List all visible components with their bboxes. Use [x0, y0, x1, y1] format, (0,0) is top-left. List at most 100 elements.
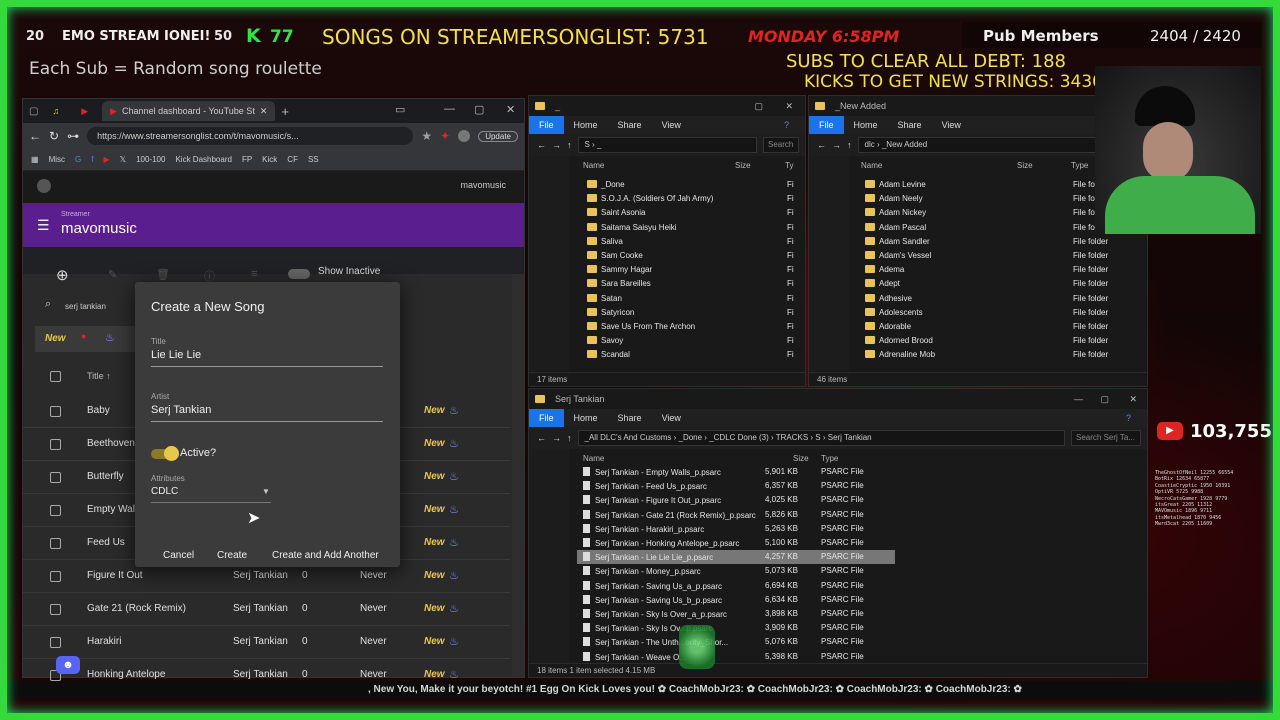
- folder-row[interactable]: _Done Fi: [577, 178, 805, 192]
- explorer3-view-tab[interactable]: View: [652, 413, 691, 423]
- explorer1-close-button[interactable]: ✕: [785, 101, 793, 112]
- explorer3-forward-icon[interactable]: →: [552, 433, 561, 443]
- folder-row[interactable]: Saliva Fi: [577, 235, 805, 249]
- bookmark-misc[interactable]: Misc: [49, 155, 65, 164]
- close-button[interactable]: ✕: [506, 103, 515, 116]
- folder-row[interactable]: Saitama Saisyu Heiki Fi: [577, 221, 805, 235]
- file-row[interactable]: Serj Tankian - Money_p.psarc 5,073 KB PSAR…: [577, 564, 895, 578]
- explorer1-up-icon[interactable]: ↑: [567, 140, 572, 150]
- explorer3-nav-pane[interactable]: [529, 449, 569, 665]
- flame-icon[interactable]: ♨: [449, 569, 459, 582]
- explorer2-col-size[interactable]: Size: [1017, 161, 1033, 170]
- create-button[interactable]: Create: [207, 546, 257, 565]
- add-song-icon[interactable]: ⊕: [56, 266, 69, 284]
- folder-row[interactable]: Save Us From The Archon Fi: [577, 320, 805, 334]
- file-row[interactable]: Serj Tankian - Sky Is Over_a_p.psarc 3,89…: [577, 607, 895, 621]
- explorer2-share-tab[interactable]: Share: [888, 120, 932, 130]
- apps-icon[interactable]: ▦: [31, 155, 39, 164]
- update-button[interactable]: Update: [478, 130, 518, 142]
- file-row[interactable]: Serj Tankian - The Unth...ority_Shor... 5…: [577, 635, 895, 649]
- flame-icon[interactable]: ♨: [449, 470, 459, 483]
- explorer1-home-tab[interactable]: Home: [564, 120, 608, 130]
- file-row[interactable]: Serj Tankian - Saving Us_a_p.psarc 6,694 …: [577, 579, 895, 593]
- explorer2-forward-icon[interactable]: →: [832, 140, 841, 150]
- tab-youtube-icon[interactable]: ▶: [73, 101, 96, 121]
- tab-song-list[interactable]: ♫: [44, 101, 67, 121]
- table-row[interactable]: Harakiri Serj Tankian 0 Never New ♨: [23, 626, 510, 659]
- tab-close-icon[interactable]: ✕: [260, 106, 268, 117]
- explorer3-min-button[interactable]: —: [1074, 394, 1083, 404]
- explorer3-col-name[interactable]: Name: [583, 454, 604, 463]
- app-user-name[interactable]: mavomusic: [460, 180, 506, 190]
- x-icon[interactable]: 𝕏: [120, 155, 126, 164]
- file-row[interactable]: Serj Tankian - Honking Antelope_p.psarc 5…: [577, 536, 895, 550]
- explorer1-forward-icon[interactable]: →: [552, 140, 561, 150]
- file-row[interactable]: Serj Tankian - Figure It Out_p.psarc 4,02…: [577, 493, 895, 507]
- file-row[interactable]: Serj Tankian - Saving Us_b_p.psarc 6,634 …: [577, 593, 895, 607]
- explorer1-col-size[interactable]: Size: [735, 161, 751, 170]
- attributes-select[interactable]: CDLC: [151, 486, 178, 497]
- explorer3-help-icon[interactable]: ?: [1116, 413, 1141, 423]
- song-list-scrollbar[interactable]: [512, 274, 524, 677]
- minimize-button[interactable]: —: [444, 103, 455, 115]
- create-and-add-another-button[interactable]: Create and Add Another: [262, 546, 389, 565]
- explorer2-nav-pane[interactable]: [809, 156, 849, 372]
- bookmark-ss[interactable]: SS: [308, 155, 319, 164]
- bookmark-star-icon[interactable]: ★: [421, 129, 432, 143]
- explorer1-view-tab[interactable]: View: [652, 120, 691, 130]
- new-tab-button[interactable]: +: [281, 104, 289, 119]
- explorer2-back-icon[interactable]: ←: [817, 140, 826, 150]
- explorer2-up-icon[interactable]: ↑: [847, 140, 852, 150]
- folder-row[interactable]: Sara Bareilles Fi: [577, 277, 805, 291]
- explorer1-search-input[interactable]: Search: [763, 137, 799, 153]
- avatar[interactable]: [458, 130, 471, 142]
- facebook-icon[interactable]: f: [91, 155, 93, 164]
- file-row[interactable]: Serj Tankian - Feed Us_p.psarc 6,357 KB PS…: [577, 479, 895, 493]
- folder-row[interactable]: Savoy Fi: [577, 334, 805, 348]
- url-field[interactable]: https://www.streamersonglist.com/t/mavom…: [87, 127, 414, 145]
- explorer3-col-type[interactable]: Type: [821, 454, 838, 463]
- folder-row[interactable]: Scandal Fi: [577, 348, 805, 362]
- explorer2-col-name[interactable]: Name: [861, 161, 882, 170]
- delete-icon[interactable]: 🗑: [156, 268, 170, 281]
- explorer3-home-tab[interactable]: Home: [564, 413, 608, 423]
- file-row[interactable]: Serj Tankian - Gate 21 (Rock Remix)_p.ps…: [577, 508, 895, 522]
- explorer1-nav-pane[interactable]: [529, 156, 569, 372]
- file-row[interactable]: Serj Tankian - Harakiri_p.psarc 5,263 KB P…: [577, 522, 895, 536]
- explorer3-share-tab[interactable]: Share: [608, 413, 652, 423]
- flame-icon[interactable]: ♨: [449, 536, 459, 549]
- explorer3-back-icon[interactable]: ←: [537, 433, 546, 443]
- explorer2-path[interactable]: dlc › _New Added: [857, 137, 1115, 153]
- folder-row[interactable]: Adrenaline Mob File folder: [857, 348, 1147, 362]
- folder-row[interactable]: S.O.J.A. (Soldiers Of Jah Army) Fi: [577, 192, 805, 206]
- explorer3-max-button[interactable]: ▢: [1100, 394, 1109, 405]
- folder-row[interactable]: Adept File folder: [857, 277, 1147, 291]
- folder-row[interactable]: Adorned Brood File folder: [857, 334, 1147, 348]
- folder-row[interactable]: Adorable File folder: [857, 320, 1147, 334]
- maximize-button[interactable]: ▢: [474, 103, 484, 116]
- explorer1-max-button[interactable]: ▢: [754, 101, 763, 112]
- title-field[interactable]: Lie Lie Lie: [151, 349, 201, 361]
- bookmark-cf[interactable]: CF: [287, 155, 298, 164]
- folder-row[interactable]: Adam's Vessel File folder: [857, 249, 1147, 263]
- search-input[interactable]: serj tankian: [65, 302, 106, 311]
- flame-icon[interactable]: ♨: [449, 437, 459, 450]
- edit-icon[interactable]: ✎: [108, 268, 117, 281]
- explorer3-up-icon[interactable]: ↑: [567, 433, 572, 443]
- flame-filter-icon[interactable]: ♨: [105, 331, 115, 344]
- explorer1-path[interactable]: S › _: [577, 137, 757, 153]
- explorer1-col-type[interactable]: Ty: [785, 161, 793, 170]
- row-checkbox[interactable]: [50, 439, 61, 450]
- explorer3-file-tab[interactable]: File: [529, 409, 564, 427]
- bookmark-kick-dashboard[interactable]: Kick Dashboard: [175, 155, 231, 164]
- row-checkbox[interactable]: [50, 571, 61, 582]
- show-inactive-toggle[interactable]: [288, 269, 310, 279]
- explorer2-home-tab[interactable]: Home: [844, 120, 888, 130]
- explorer1-file-tab[interactable]: File: [529, 116, 564, 134]
- google-icon[interactable]: G: [75, 155, 81, 164]
- explorer1-back-icon[interactable]: ←: [537, 140, 546, 150]
- file-row[interactable]: Serj Tankian - Empty Walls_p.psarc 5,901 …: [577, 465, 895, 479]
- red-filter-icon[interactable]: ●: [81, 331, 86, 341]
- menu-icon[interactable]: ☰: [37, 217, 50, 234]
- folder-row[interactable]: Adam Sandler File folder: [857, 235, 1147, 249]
